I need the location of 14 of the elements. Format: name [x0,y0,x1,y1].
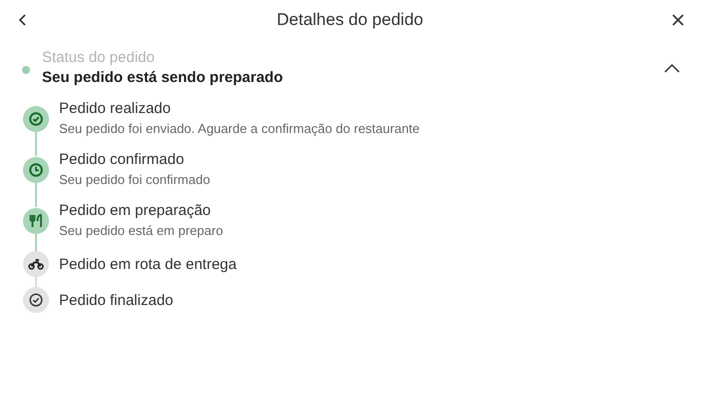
step-title: Pedido realizado [59,99,172,119]
step-title: Pedido em rota de entrega [59,254,237,274]
collapse-button[interactable] [662,61,682,75]
status-label: Status do pedido [42,48,156,68]
step-title: Pedido em preparação [59,201,212,221]
step-title: Pedido confirmado [59,150,186,170]
step-description: Seu pedido foi enviado. Aguarde a confirmação do restaurante [59,120,420,138]
close-button[interactable] [670,12,686,28]
status-dot [22,66,30,74]
step-description: Seu pedido foi confirmado [59,171,210,189]
status-value: Seu pedido está sendo preparado [42,68,284,88]
step-description: Seu pedido está em preparo [59,222,224,240]
page-title: Detalhes do pedido [276,10,424,30]
step-title: Pedido finalizado [59,290,174,310]
